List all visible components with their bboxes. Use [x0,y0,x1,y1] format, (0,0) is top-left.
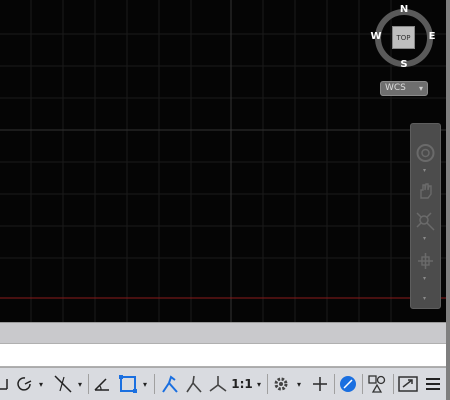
workspace-gear-icon[interactable] [271,374,291,394]
auto-scale-icon[interactable] [183,374,205,394]
hardware-acceleration-icon[interactable] [338,374,358,394]
fullscreen-icon[interactable] [397,374,419,394]
compass-north[interactable]: N [398,4,410,15]
zoom-extents-icon[interactable] [414,210,437,232]
navigation-bar[interactable]: ▾ ▾ ▾ ▾ [410,123,441,309]
vertical-scrollbar[interactable] [446,0,450,400]
chevron-down-icon[interactable]: ▾ [423,168,429,174]
customize-icon[interactable]: ▾ [423,296,429,302]
compass-west[interactable]: W [370,31,382,42]
chevron-down-icon[interactable]: ▾ [36,374,46,394]
compass-south[interactable]: S [398,59,410,70]
annotation-object-icon[interactable] [207,374,229,394]
object-snap-tracking-icon[interactable] [52,374,74,394]
chevron-down-icon[interactable]: ▾ [423,236,429,242]
chevron-down-icon[interactable]: ▾ [140,374,150,394]
status-bar: ▾ ▾ ▾ 1:1 ▾ ▾ [0,367,446,400]
chevron-down-icon[interactable]: ▾ [294,374,304,394]
wcs-label: WCS [385,83,406,93]
wcs-menu[interactable]: WCS ▾ [380,81,428,96]
annotation-visibility-icon[interactable] [159,374,181,394]
viewcube[interactable]: N S E W TOP [370,4,438,70]
customization-menu-icon[interactable] [423,374,443,394]
chevron-down-icon[interactable]: ▾ [423,276,429,282]
chevron-down-icon[interactable]: ▾ [75,374,85,394]
plus-icon[interactable] [310,374,330,394]
steering-wheel-icon[interactable] [414,142,437,164]
compass-east[interactable]: E [426,31,438,42]
drawing-viewport[interactable]: N S E W TOP WCS ▾ ▾ ▾ ▾ ▾ [0,0,446,322]
dynamic-ucs-icon[interactable] [92,374,112,394]
orbit-icon[interactable] [414,250,437,272]
ortho-icon[interactable] [0,374,8,394]
selection-cycling-icon[interactable] [117,374,139,394]
command-line[interactable] [0,343,446,367]
viewcube-top-face[interactable]: TOP [392,26,415,49]
chevron-down-icon[interactable]: ▾ [254,374,264,394]
isolate-objects-icon[interactable] [366,374,388,394]
command-history-strip [0,322,446,343]
annotation-scale-text[interactable]: 1:1 [231,374,253,394]
chevron-down-icon: ▾ [418,84,423,93]
pan-icon[interactable] [414,180,437,202]
polar-tracking-icon[interactable] [15,374,35,394]
